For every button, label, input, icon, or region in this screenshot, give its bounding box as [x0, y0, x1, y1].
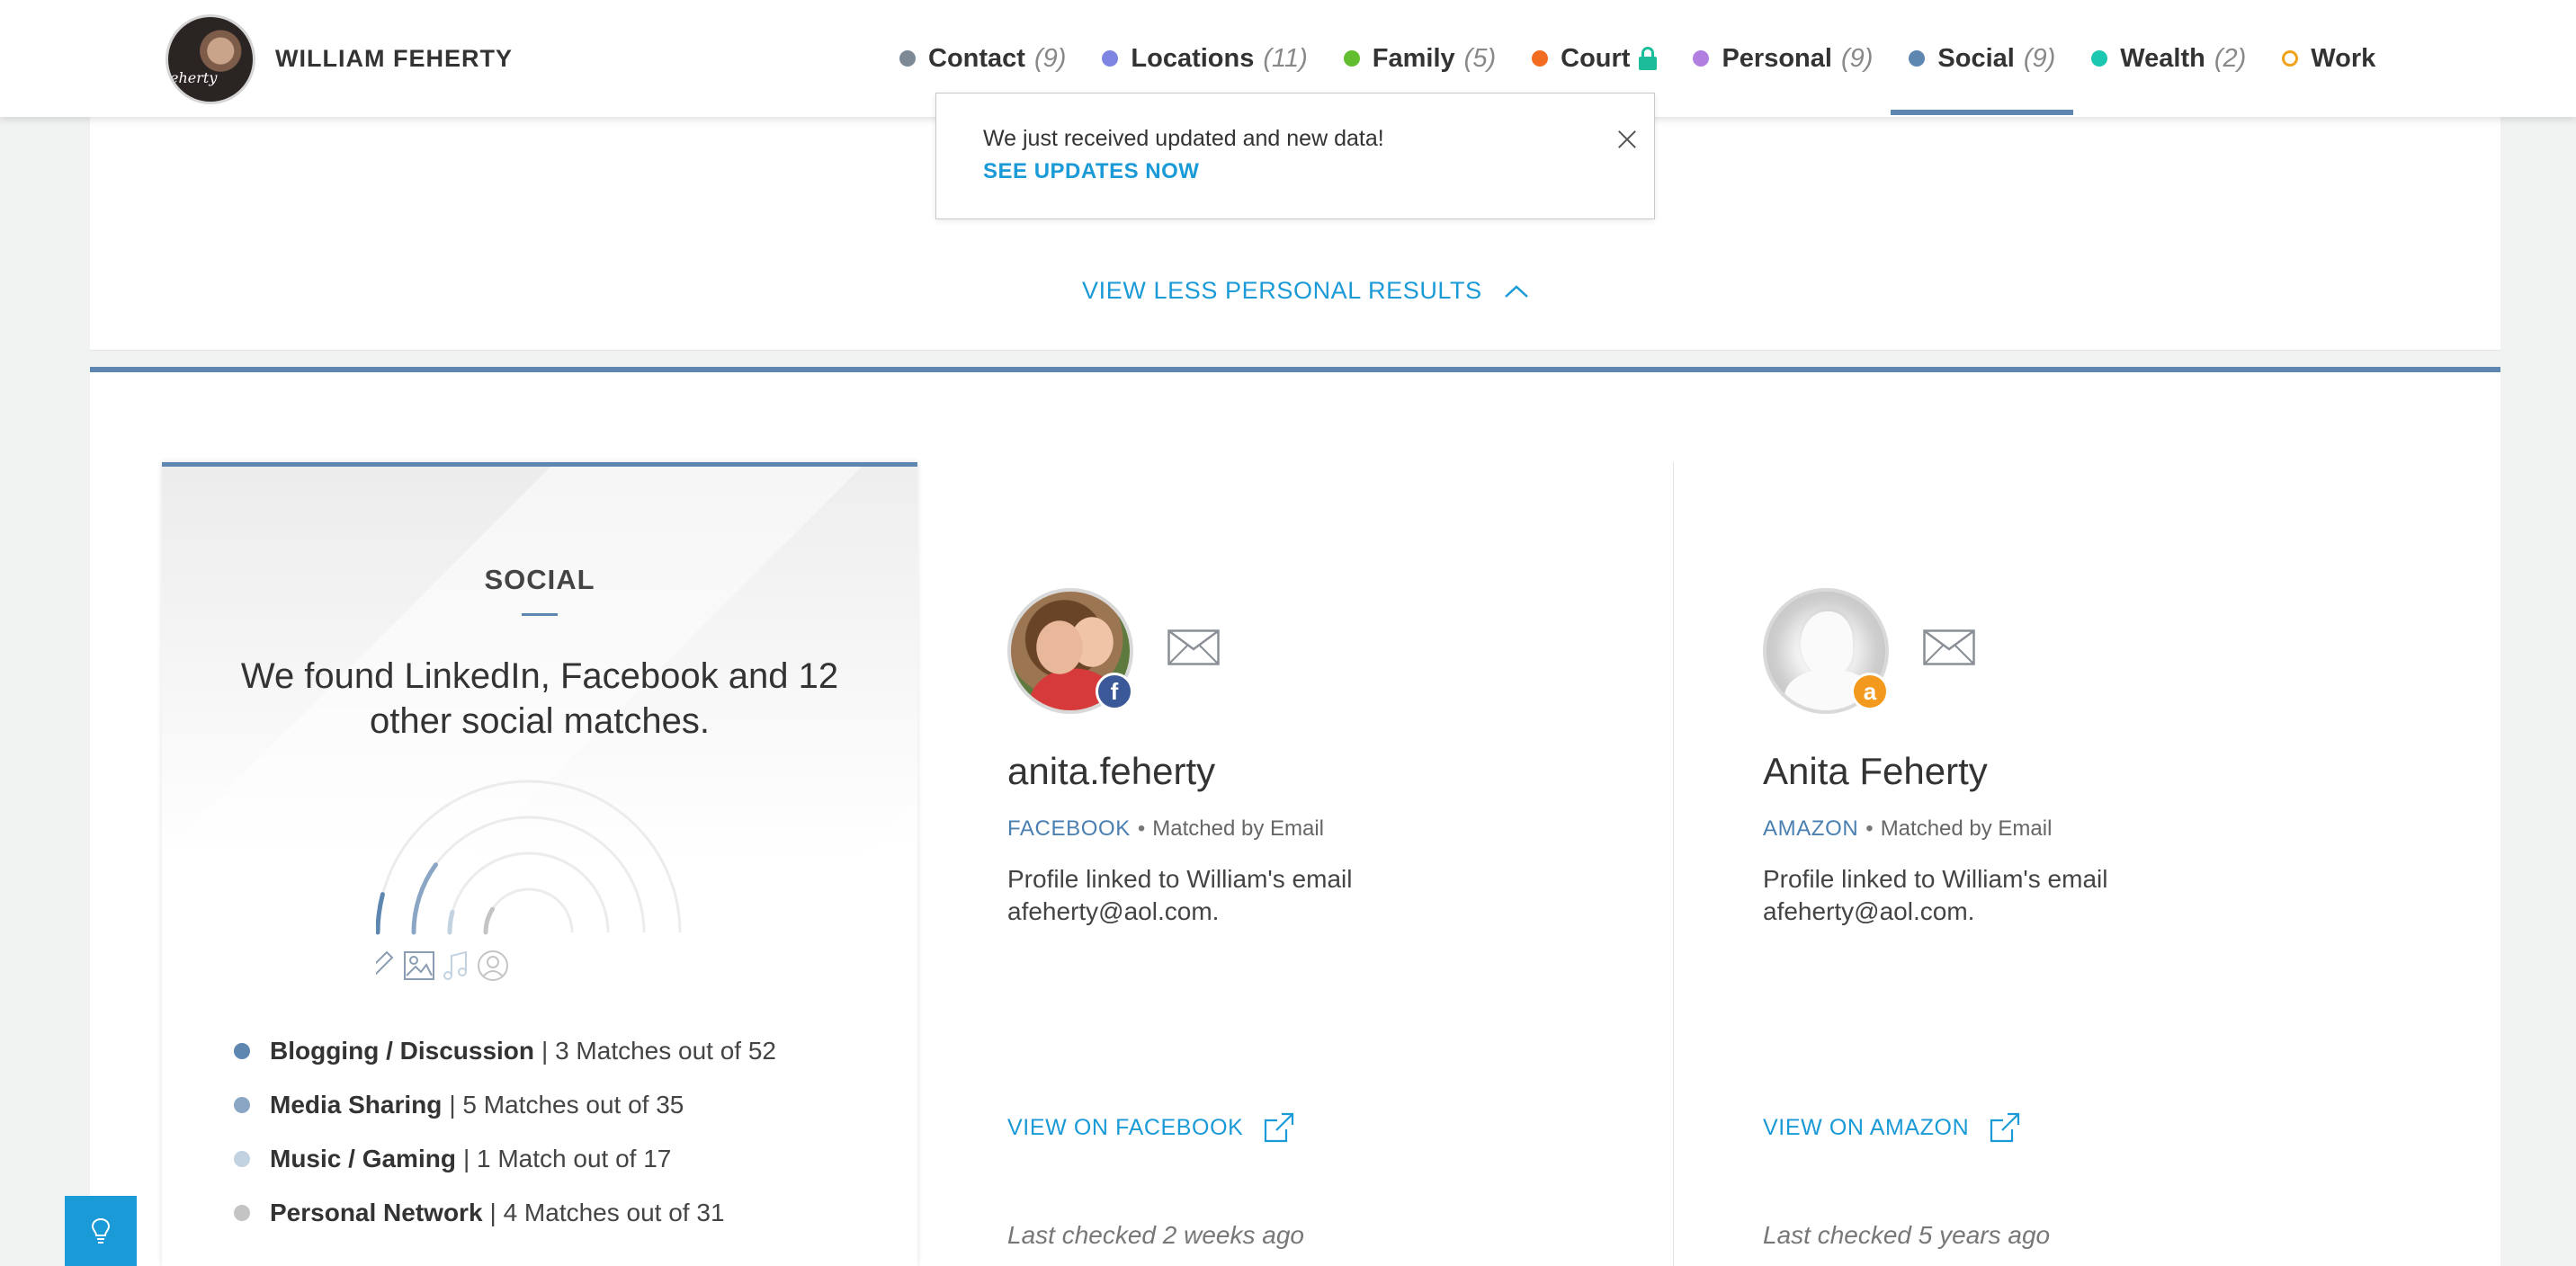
- match-method: Matched by Email: [1880, 816, 2053, 841]
- person-icon: [478, 950, 508, 981]
- match-name: anita.feherty: [1007, 750, 1216, 792]
- match-description: Profile linked to William's email afeher…: [1007, 865, 1353, 925]
- music-icon: [443, 950, 467, 980]
- category-ring-arc: [411, 862, 438, 935]
- tab-label: Court: [1561, 43, 1631, 73]
- help-button[interactable]: [65, 1196, 137, 1266]
- tab-work[interactable]: Work: [2264, 0, 2393, 117]
- last-checked: Last checked 2 weeks ago: [1007, 1221, 1304, 1249]
- match-source: AMAZON: [1763, 816, 1859, 841]
- tab-count: (11): [1263, 43, 1308, 73]
- update-notification: We just received updated and new data! S…: [935, 93, 1655, 219]
- notification-message: We just received updated and new data!: [983, 126, 1384, 151]
- tab-label: Work: [2311, 43, 2376, 73]
- link-label: VIEW ON FACEBOOK: [1007, 1114, 1244, 1140]
- category-ring-arc: [447, 909, 455, 935]
- tab-label: Social: [1937, 43, 2015, 73]
- tab-label: Locations: [1131, 43, 1255, 73]
- profile-avatar: eherty: [165, 14, 255, 104]
- match-method: Matched by Email: [1152, 816, 1324, 841]
- mail-icon[interactable]: [1167, 629, 1220, 665]
- tab-label: Family: [1372, 43, 1455, 73]
- close-icon[interactable]: [1615, 128, 1639, 151]
- facebook-icon: f: [1096, 673, 1133, 710]
- social-match-card: a Anita Feherty AMAZON • Matched by Emai…: [1763, 588, 2393, 1253]
- profile-name: WILLIAM FEHERTY: [275, 45, 513, 72]
- tab-dot: [1343, 50, 1360, 67]
- match-description: Profile linked to William's email afeher…: [1763, 865, 2108, 925]
- section-title: SOCIAL: [484, 564, 595, 595]
- social-matches-graphic: [376, 780, 682, 981]
- view-less-personal-link[interactable]: VIEW LESS PERSONAL RESULTS: [1082, 277, 1529, 305]
- tab-wealth[interactable]: Wealth (2): [2073, 0, 2264, 117]
- tab-dot: [1909, 50, 1926, 67]
- last-checked: Last checked 5 years ago: [1763, 1221, 2051, 1249]
- category-name: Music / Gaming: [270, 1145, 456, 1172]
- pencil-icon: [376, 950, 394, 976]
- tab-social[interactable]: Social (9): [1891, 0, 2074, 117]
- category-dot: [234, 1151, 250, 1167]
- external-link-icon: [1265, 1112, 1294, 1143]
- tab-dot: [1102, 50, 1119, 67]
- external-link-icon: [1990, 1112, 2020, 1143]
- social-category-list: Blogging / Discussion | 3 Matches out of…: [234, 1024, 776, 1240]
- amazon-icon: a: [1851, 673, 1889, 710]
- tab-dot: [2091, 50, 2108, 67]
- title-underline: [522, 613, 558, 616]
- tab-count: (9): [1840, 43, 1874, 73]
- social-match-card: f anita.feherty FACEBOOK • Matched by Em…: [1007, 588, 1637, 1253]
- list-item: Media Sharing | 5 Matches out of 35: [234, 1078, 776, 1132]
- category-matches: | 5 Matches out of 35: [449, 1091, 684, 1119]
- list-item: Blogging / Discussion | 3 Matches out of…: [234, 1024, 776, 1078]
- list-item: Music / Gaming | 1 Match out of 17: [234, 1132, 776, 1186]
- category-matches: | 3 Matches out of 52: [541, 1037, 776, 1065]
- match-source: FACEBOOK: [1007, 816, 1131, 841]
- tab-dot: [2282, 50, 2299, 67]
- link-label: VIEW ON AMAZON: [1763, 1114, 1970, 1140]
- lock-icon: [1639, 47, 1658, 70]
- match-meta: FACEBOOK • Matched by Email: [1007, 816, 1324, 842]
- avatar-signature: eherty: [170, 69, 218, 86]
- meta-separator: •: [1865, 816, 1874, 841]
- category-ring-arc: [376, 892, 385, 935]
- category-name: Media Sharing: [270, 1091, 443, 1119]
- category-dot: [234, 1205, 250, 1221]
- match-meta: AMAZON • Matched by Email: [1763, 816, 2052, 842]
- image-icon: [404, 951, 434, 980]
- tab-label: Personal: [1722, 43, 1832, 73]
- view-less-label: VIEW LESS PERSONAL RESULTS: [1082, 277, 1482, 304]
- tab-label: Wealth: [2120, 43, 2205, 73]
- social-summary-text: We found LinkedIn, Facebook and 12 other…: [240, 656, 839, 741]
- social-summary-card: SOCIAL We found LinkedIn, Facebook and 1…: [162, 462, 917, 1266]
- tab-dot: [1693, 50, 1710, 67]
- category-dot: [234, 1097, 250, 1113]
- tab-count: (9): [2023, 43, 2056, 73]
- view-on-amazon-link[interactable]: VIEW ON AMAZON: [1763, 1111, 2021, 1144]
- lightbulb-icon: [91, 1217, 111, 1244]
- column-divider: [1673, 462, 1674, 1266]
- tab-count: (5): [1463, 43, 1497, 73]
- chevron-up-icon: [1504, 284, 1528, 298]
- tab-dot: [1532, 50, 1549, 67]
- category-ring-arc: [483, 906, 496, 935]
- see-updates-link[interactable]: SEE UPDATES NOW: [983, 159, 1199, 184]
- tab-label: Contact: [928, 43, 1025, 73]
- category-name: Personal Network: [270, 1199, 483, 1226]
- meta-separator: •: [1137, 816, 1146, 841]
- list-item: Personal Network | 4 Matches out of 31: [234, 1186, 776, 1240]
- category-dot: [234, 1043, 250, 1059]
- tab-personal[interactable]: Personal (9): [1675, 0, 1891, 117]
- category-matches: | 1 Match out of 17: [462, 1145, 672, 1172]
- tab-count: (9): [1033, 43, 1067, 73]
- tab-dot: [899, 50, 916, 67]
- category-name: Blogging / Discussion: [270, 1037, 535, 1065]
- view-on-facebook-link[interactable]: VIEW ON FACEBOOK: [1007, 1111, 1295, 1144]
- mail-icon[interactable]: [1923, 629, 1975, 665]
- match-name: Anita Feherty: [1763, 750, 1988, 792]
- tab-count: (2): [2214, 43, 2247, 73]
- category-matches: | 4 Matches out of 31: [489, 1199, 725, 1226]
